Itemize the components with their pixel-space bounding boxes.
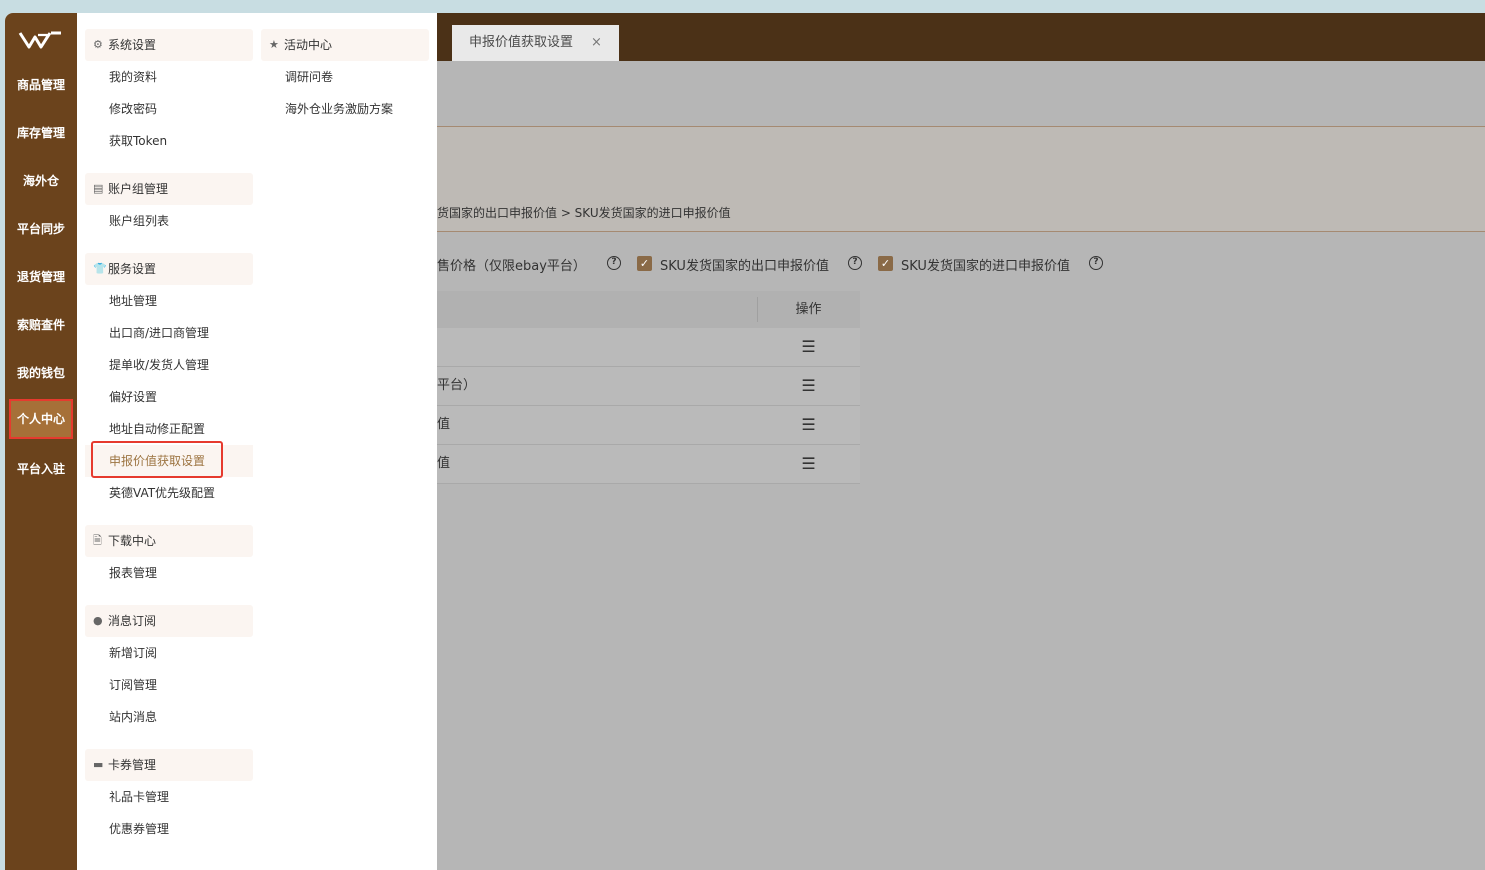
group-title: 系统设置 xyxy=(108,38,157,52)
shirt-icon: 👕 xyxy=(93,262,107,275)
menu-group-activity-center: ★ 活动中心 xyxy=(261,29,429,61)
help-icon[interactable]: ? xyxy=(1089,256,1103,270)
close-icon[interactable]: × xyxy=(591,25,602,61)
app-window: 商品管理 库存管理 海外仓 平台同步 退货管理 索赔查件 我的钱包 个人中心 平… xyxy=(5,13,1485,870)
table-row: 值 ☰ xyxy=(437,406,860,445)
table-row: ☰ xyxy=(437,328,860,367)
table-row: 平台） ☰ xyxy=(437,367,860,406)
nav-item-products[interactable]: 商品管理 xyxy=(5,65,77,105)
checkbox-export-declared-value[interactable]: ✓ xyxy=(637,256,652,271)
menu-link-subscription-management[interactable]: 订阅管理 xyxy=(109,675,157,695)
personal-center-menu: ⚙ 系统设置 我的资料 修改密码 获取Token ▤ 账户组管理 账户组列表 👕… xyxy=(77,13,437,870)
menu-link-site-messages[interactable]: 站内消息 xyxy=(109,707,157,727)
nav-item-wallet[interactable]: 我的钱包 xyxy=(5,353,77,393)
menu-link-report-management[interactable]: 报表管理 xyxy=(109,563,157,583)
menu-link-survey[interactable]: 调研问卷 xyxy=(285,67,333,87)
help-icon[interactable]: ? xyxy=(848,256,862,270)
menu-link-address-autocorrect[interactable]: 地址自动修正配置 xyxy=(109,419,205,439)
group-title: 下载中心 xyxy=(108,534,157,548)
nav-item-platform-sync[interactable]: 平台同步 xyxy=(5,209,77,249)
menu-group-coupons: ▬ 卡券管理 xyxy=(85,749,253,781)
menu-link-account-group-list[interactable]: 账户组列表 xyxy=(109,211,169,231)
column-header-actions: 操作 xyxy=(795,302,822,317)
download-icon: 🗎 xyxy=(93,534,102,547)
nav-item-personal-center[interactable]: 个人中心 xyxy=(9,399,73,439)
checkbox-label-selling-price[interactable]: 售价格（仅限ebay平台） xyxy=(437,255,586,274)
group-title: 账户组管理 xyxy=(108,182,169,196)
menu-link-coupon-management[interactable]: 优惠券管理 xyxy=(109,819,169,839)
menu-link-get-token[interactable]: 获取Token xyxy=(109,131,167,151)
brand-logo xyxy=(18,31,61,49)
group-title: 消息订阅 xyxy=(108,614,157,628)
menu-link-uk-de-vat-priority[interactable]: 英德VAT优先级配置 xyxy=(109,483,215,503)
menu-link-my-profile[interactable]: 我的资料 xyxy=(109,67,157,87)
menu-group-message-subscription: ● 消息订阅 xyxy=(85,605,253,637)
group-title: 卡券管理 xyxy=(108,758,157,772)
list-icon: ▤ xyxy=(93,182,104,195)
selection-outline xyxy=(91,441,223,478)
table-cell: 值 xyxy=(437,456,451,471)
nav-item-returns[interactable]: 退货管理 xyxy=(5,257,77,297)
checkbox-import-declared-value[interactable]: ✓ xyxy=(878,256,893,271)
primary-sidebar: 商品管理 库存管理 海外仓 平台同步 退货管理 索赔查件 我的钱包 个人中心 平… xyxy=(5,13,77,870)
drag-handle-icon[interactable]: ☰ xyxy=(757,367,860,405)
drag-handle-icon[interactable]: ☰ xyxy=(757,445,860,483)
table-cell: 值 xyxy=(437,417,451,432)
priority-breadcrumb: 货国家的出口申报价值 > SKU发货国家的进口申报价值 xyxy=(437,206,731,220)
tab-label: 申报价值获取设置 xyxy=(469,35,574,50)
menu-link-consignee-shipper[interactable]: 提单收/发货人管理 xyxy=(109,355,209,375)
menu-link-exporter-importer[interactable]: 出口商/进口商管理 xyxy=(109,323,209,343)
table-row: 值 ☰ xyxy=(437,445,860,484)
menu-group-account-groups: ▤ 账户组管理 xyxy=(85,173,253,205)
menu-link-change-password[interactable]: 修改密码 xyxy=(109,99,157,119)
tab-declared-value-settings[interactable]: 申报价值获取设置 × xyxy=(452,25,619,61)
checkbox-label-import-declared-value[interactable]: SKU发货国家的进口申报价值 xyxy=(901,255,1070,274)
star-icon: ★ xyxy=(269,38,279,51)
table-cell: 平台） xyxy=(437,378,477,393)
drag-handle-icon[interactable]: ☰ xyxy=(757,328,860,366)
group-title: 服务设置 xyxy=(108,262,157,276)
nav-item-claims[interactable]: 索赔查件 xyxy=(5,305,77,345)
gear-icon: ⚙ xyxy=(93,38,103,51)
menu-link-preferences[interactable]: 偏好设置 xyxy=(109,387,157,407)
table-header: 操作 xyxy=(437,291,860,328)
group-title: 活动中心 xyxy=(284,38,333,52)
menu-link-gift-card-management[interactable]: 礼品卡管理 xyxy=(109,787,169,807)
menu-link-warehouse-incentive[interactable]: 海外仓业务激励方案 xyxy=(285,99,393,119)
menu-group-service-settings: 👕 服务设置 xyxy=(85,253,253,285)
checkbox-label-export-declared-value[interactable]: SKU发货国家的出口申报价值 xyxy=(660,255,829,274)
chat-icon: ● xyxy=(93,614,103,627)
help-icon[interactable]: ? xyxy=(607,256,621,270)
menu-link-address-management[interactable]: 地址管理 xyxy=(109,291,157,311)
menu-group-download-center: 🗎 下载中心 xyxy=(85,525,253,557)
priority-table: 操作 ☰ 平台） ☰ 值 ☰ 值 ☰ xyxy=(437,291,860,484)
nav-item-inventory[interactable]: 库存管理 xyxy=(5,113,77,153)
nav-item-platform-onboarding[interactable]: 平台入驻 xyxy=(5,449,77,489)
menu-group-system-settings: ⚙ 系统设置 xyxy=(85,29,253,61)
nav-item-overseas-warehouse[interactable]: 海外仓 xyxy=(5,161,77,201)
drag-handle-icon[interactable]: ☰ xyxy=(757,406,860,444)
menu-link-new-subscription[interactable]: 新增订阅 xyxy=(109,643,157,663)
card-icon: ▬ xyxy=(93,758,104,771)
